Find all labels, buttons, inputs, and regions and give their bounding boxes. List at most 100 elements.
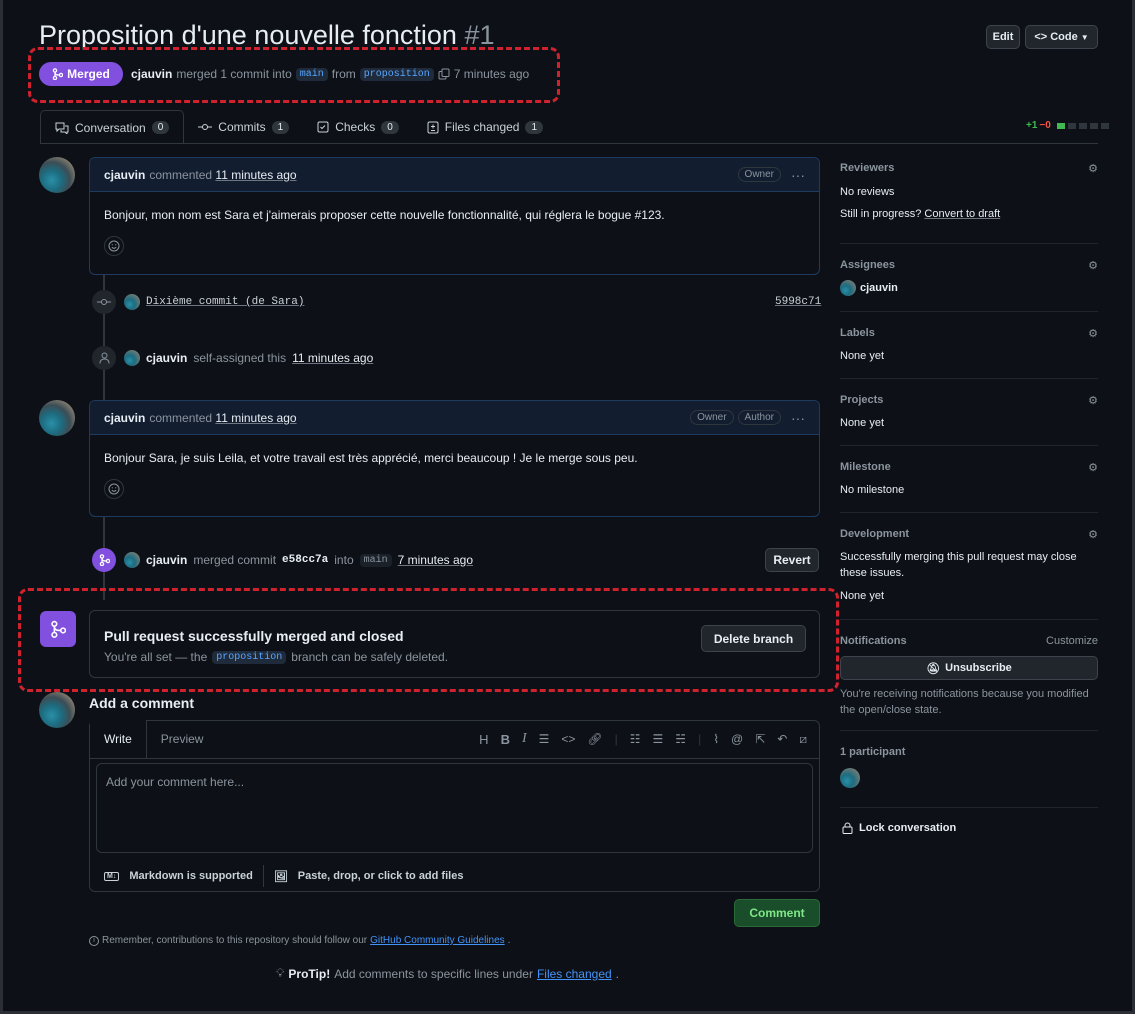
- ordered-list-icon[interactable]: ☷: [630, 732, 641, 746]
- revert-button[interactable]: Revert: [765, 548, 819, 572]
- comment-card: cjauvin commented 11 minutes ago Owner A…: [89, 400, 820, 517]
- heading-icon[interactable]: H: [479, 732, 488, 747]
- smiley-icon: [108, 483, 120, 495]
- comment-timestamp[interactable]: 11 minutes ago: [215, 411, 296, 425]
- comment-author[interactable]: cjauvin: [104, 168, 145, 182]
- person-icon: [99, 352, 109, 364]
- comment-header: cjauvin commented 11 minutes ago Owner ·…: [90, 158, 819, 192]
- avatar[interactable]: [840, 280, 856, 296]
- comment-card: cjauvin commented 11 minutes ago Owner ·…: [89, 157, 820, 275]
- guidelines-note: i Remember, contributions to this reposi…: [89, 935, 510, 946]
- info-icon: i: [89, 935, 99, 946]
- mention-icon[interactable]: @: [731, 732, 743, 746]
- merge-target-branch[interactable]: main: [359, 553, 392, 567]
- checklist-icon: [317, 121, 329, 133]
- link-icon[interactable]: 🔗︎: [587, 732, 602, 746]
- image-icon: 🖼︎: [273, 870, 288, 883]
- lock-conversation-link[interactable]: Lock conversation: [842, 822, 956, 834]
- sidebar-assignees: Assignees ⚙ cjauvin: [840, 259, 1098, 312]
- avatar[interactable]: [124, 350, 140, 366]
- tab-commits[interactable]: Commits 1: [184, 110, 303, 144]
- comment-discussion-icon: [55, 122, 69, 134]
- gear-icon[interactable]: ⚙: [1088, 162, 1098, 175]
- tab-files-changed[interactable]: Files changed 1: [413, 110, 557, 144]
- unordered-list-icon[interactable]: ☰: [653, 732, 664, 746]
- convert-to-draft-link[interactable]: Convert to draft: [924, 208, 1000, 220]
- comment-timestamp[interactable]: 11 minutes ago: [215, 168, 296, 182]
- lock-icon: [842, 822, 853, 834]
- more-options-icon[interactable]: ···: [791, 167, 805, 183]
- cross-reference-icon[interactable]: ⇱: [755, 732, 765, 746]
- assign-event: cjauvin self-assigned this 11 minutes ag…: [124, 350, 373, 366]
- customize-link[interactable]: Customize: [1046, 635, 1098, 647]
- merge-timestamp[interactable]: 7 minutes ago: [398, 553, 473, 567]
- commit-sha-link[interactable]: 5998c71: [775, 296, 821, 308]
- sidebar-participants: 1 participant: [840, 746, 1098, 808]
- italic-icon[interactable]: I: [522, 731, 527, 747]
- commit-event: Dixième commit (de Sara): [124, 294, 304, 310]
- tabs-divider: [40, 143, 1098, 144]
- annotation-highlight-header: [28, 47, 560, 103]
- files-changed-link[interactable]: Files changed: [537, 967, 612, 981]
- pr-tabs: Conversation 0 Commits 1 Checks 0 Files cha…: [40, 110, 557, 144]
- avatar[interactable]: [124, 294, 140, 310]
- light-bulb-icon: 💡︎: [276, 966, 285, 980]
- assignee-link[interactable]: cjauvin: [860, 280, 898, 296]
- git-merge-icon: [99, 554, 110, 566]
- add-comment-heading: Add a comment: [89, 695, 195, 711]
- protip: 💡︎ ProTip! Add comments to specific line…: [276, 966, 620, 981]
- owner-badge: Owner: [737, 167, 781, 182]
- sidebar-labels: Labels ⚙ None yet: [840, 327, 1098, 379]
- merge-commit-sha[interactable]: e58cc7a: [282, 554, 328, 566]
- sidebar-development: Development ⚙ Successfully merging this p…: [840, 528, 1098, 620]
- bold-icon[interactable]: B: [501, 732, 510, 747]
- code-icon[interactable]: <>: [561, 732, 575, 746]
- avatar[interactable]: [39, 157, 75, 193]
- git-commit-icon: [97, 299, 111, 305]
- gear-icon[interactable]: ⚙: [1088, 461, 1098, 474]
- avatar[interactable]: [124, 552, 140, 568]
- commit-message-link[interactable]: Dixième commit (de Sara): [146, 296, 304, 308]
- comment-header: cjauvin commented 11 minutes ago Owner A…: [90, 401, 819, 435]
- comment-submit-button[interactable]: Comment: [734, 899, 820, 927]
- sidebar-milestone: Milestone ⚙ No milestone: [840, 461, 1098, 513]
- guidelines-link[interactable]: GitHub Community Guidelines: [370, 935, 505, 946]
- gear-icon[interactable]: ⚙: [1088, 394, 1098, 407]
- tab-write[interactable]: Write: [90, 720, 147, 758]
- code-button[interactable]: <> Code ▼: [1025, 25, 1098, 49]
- merge-user-link[interactable]: cjauvin: [146, 553, 187, 567]
- smiley-icon: [108, 240, 120, 252]
- comment-author[interactable]: cjauvin: [104, 411, 145, 425]
- comment-body: Bonjour Sara, je suis Leila, et votre tr…: [104, 451, 638, 465]
- tab-preview[interactable]: Preview: [147, 720, 218, 758]
- reply-icon[interactable]: ↶: [777, 732, 787, 746]
- add-reaction-button[interactable]: [104, 236, 124, 256]
- avatar[interactable]: [840, 768, 860, 788]
- file-diff-icon: [427, 121, 439, 133]
- gear-icon[interactable]: ⚙: [1088, 327, 1098, 340]
- tab-checks[interactable]: Checks 0: [303, 110, 413, 144]
- tab-conversation[interactable]: Conversation 0: [40, 110, 185, 144]
- add-reaction-button[interactable]: [104, 479, 124, 499]
- fullscreen-icon[interactable]: ⧄: [799, 732, 807, 747]
- more-options-icon[interactable]: ···: [791, 410, 805, 426]
- markdown-icon: M↓: [104, 871, 120, 881]
- attach-icon[interactable]: ⌇: [713, 732, 719, 746]
- comment-form: Write Preview H B I ☰ <> 🔗︎ | ☷ ☰ ☵ | ⌇ …: [89, 720, 820, 892]
- avatar[interactable]: [39, 400, 75, 436]
- task-list-icon[interactable]: ☵: [675, 732, 686, 746]
- comment-body: Bonjour, mon nom est Sara et j'aimerais …: [104, 208, 665, 222]
- gear-icon[interactable]: ⚙: [1088, 528, 1098, 541]
- sidebar-projects: Projects ⚙ None yet: [840, 394, 1098, 446]
- assign-user-link[interactable]: cjauvin: [146, 351, 187, 365]
- edit-button[interactable]: Edit: [986, 25, 1020, 49]
- unsubscribe-button[interactable]: 🔕︎ Unsubscribe: [840, 656, 1098, 680]
- attach-files-note[interactable]: Paste, drop, or click to add files: [298, 870, 464, 882]
- comment-textarea[interactable]: Add your comment here...: [96, 763, 813, 853]
- markdown-note[interactable]: Markdown is supported: [129, 870, 252, 882]
- gear-icon[interactable]: ⚙: [1088, 259, 1098, 272]
- avatar[interactable]: [39, 692, 75, 728]
- caret-down-icon: ▼: [1080, 32, 1089, 42]
- quote-icon[interactable]: ☰: [539, 732, 550, 746]
- assign-timestamp[interactable]: 11 minutes ago: [292, 351, 373, 365]
